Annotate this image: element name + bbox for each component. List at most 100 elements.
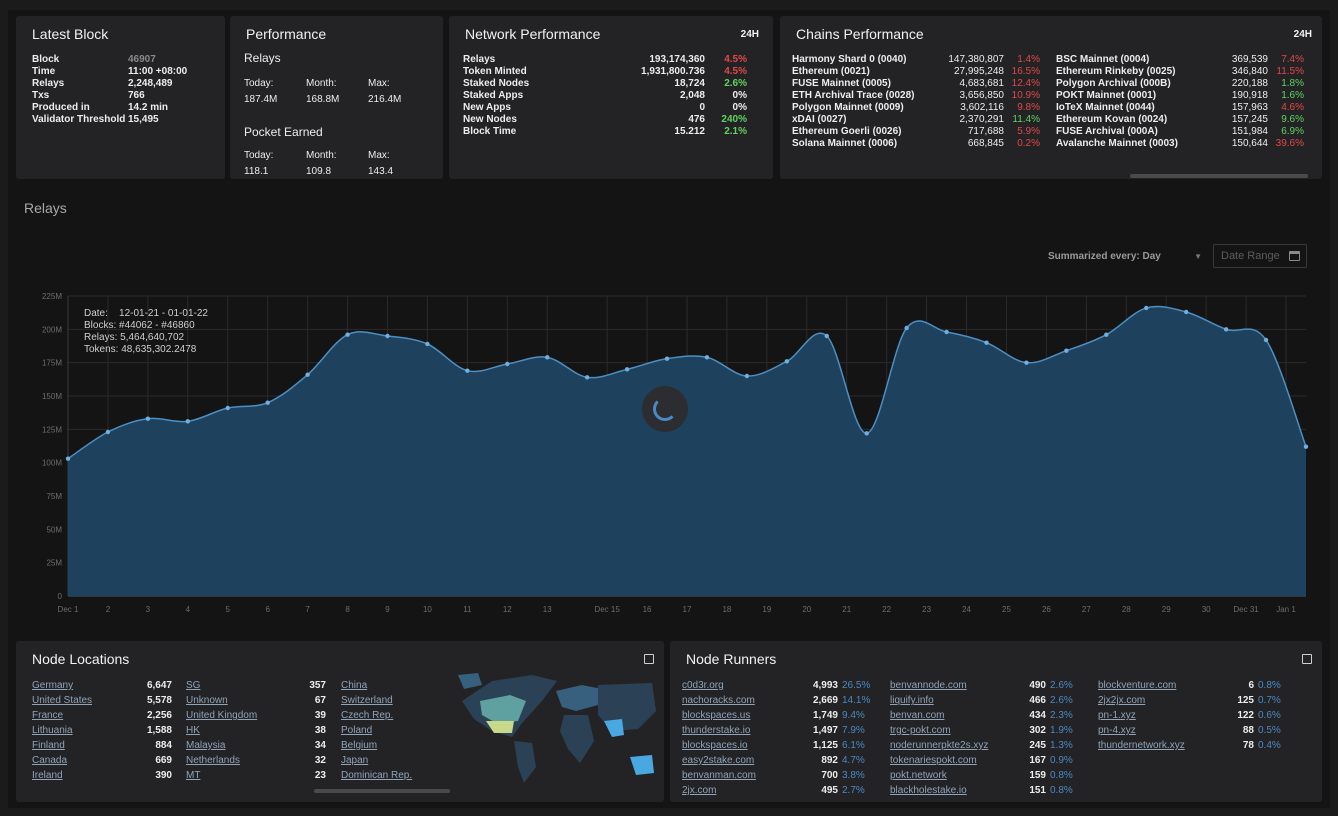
date-range-input[interactable]: Date Range (1213, 244, 1307, 268)
runner-link[interactable]: benvanman.com (682, 768, 800, 783)
location-link[interactable]: Poland (341, 723, 431, 738)
data-point[interactable] (784, 359, 790, 364)
data-point[interactable] (1263, 337, 1269, 343)
chain-row: FUSE Mainnet (0005) 4,683,681 12.4% (792, 78, 1044, 90)
location-link[interactable]: United Kingdom (186, 708, 286, 723)
data-point[interactable] (864, 431, 869, 436)
location-link[interactable]: Germany (32, 678, 132, 693)
data-point[interactable] (1024, 360, 1029, 365)
y-tick-label: 225M (42, 292, 62, 301)
location-link[interactable]: France (32, 708, 132, 723)
location-link[interactable]: Malaysia (186, 738, 286, 753)
runner-link[interactable]: pokt.network (890, 768, 1008, 783)
location-link[interactable]: Lithuania (32, 723, 132, 738)
data-point[interactable] (105, 429, 111, 435)
data-point[interactable] (545, 355, 550, 360)
chain-pct: 4.6% (1281, 102, 1304, 113)
location-link[interactable]: Japan (341, 753, 431, 768)
data-point[interactable] (1104, 332, 1109, 337)
chains-scrollbar[interactable] (1130, 174, 1308, 178)
data-point[interactable] (305, 372, 310, 377)
network-row-value: 18,724 (674, 78, 705, 89)
runner-link[interactable]: tokenariespokt.com (890, 753, 1008, 768)
runner-link[interactable]: thundernetwork.xyz (1098, 738, 1216, 753)
data-point[interactable] (1303, 444, 1309, 449)
data-point[interactable] (824, 333, 829, 339)
data-point[interactable] (185, 419, 191, 424)
location-link[interactable]: United States (32, 693, 132, 708)
location-link[interactable]: Switzerland (341, 693, 431, 708)
data-point[interactable] (704, 355, 710, 360)
data-point[interactable] (1064, 348, 1069, 353)
runner-link[interactable]: pn-1.xyz (1098, 708, 1216, 723)
data-point[interactable] (1144, 305, 1149, 311)
runner-link[interactable]: blockspaces.us (682, 708, 800, 723)
location-link[interactable]: Unknown (186, 693, 286, 708)
runner-link[interactable]: 2jx.com (682, 783, 800, 798)
data-point[interactable] (744, 373, 750, 379)
node-runners-col3: blockventure.com 6 0.8% 2jx2jx.com 125 0.7% pn… (1098, 678, 1296, 753)
chain-row: ETH Archival Trace (0028) 3,656,850 10.9% (792, 90, 1044, 102)
chain-name: xDAI (0027) (792, 114, 847, 125)
network-row-value: 1,931,800.736 (641, 66, 705, 77)
data-point[interactable] (505, 361, 510, 367)
data-point[interactable] (465, 368, 470, 373)
runner-link[interactable]: blackholestake.io (890, 783, 1008, 798)
location-link[interactable]: Czech Rep. (341, 708, 431, 723)
data-point[interactable] (225, 405, 230, 411)
external-link-icon[interactable] (644, 654, 654, 664)
data-point[interactable] (385, 333, 390, 339)
data-point[interactable] (265, 400, 270, 405)
runner-link[interactable]: pn-4.xyz (1098, 723, 1216, 738)
data-point[interactable] (584, 375, 590, 380)
x-tick-label: 8 (345, 605, 350, 614)
latest-block-row: Produced in 14.2 min (32, 102, 187, 114)
chain-pct: 11.4% (1012, 114, 1040, 125)
location-link[interactable]: Ireland (32, 768, 132, 783)
data-point[interactable] (425, 341, 430, 347)
runner-link[interactable]: benvan.com (890, 708, 1008, 723)
runner-link[interactable]: noderunnerpkte2s.xyz (890, 738, 1008, 753)
runner-link[interactable]: blockventure.com (1098, 678, 1216, 693)
external-link-icon[interactable] (1302, 654, 1312, 664)
chain-name: FUSE Archival (000A) (1056, 126, 1158, 137)
data-point[interactable] (65, 456, 71, 461)
location-link[interactable]: MT (186, 768, 286, 783)
location-link[interactable]: Dominican Rep. (341, 768, 431, 783)
runner-pct: 14.1% (842, 695, 871, 706)
runner-link[interactable]: liquify.info (890, 693, 1008, 708)
data-point[interactable] (904, 325, 909, 331)
chain-value: 147,380,807 (948, 54, 1004, 65)
location-link[interactable]: China (341, 678, 431, 693)
runner-pct: 7.9% (842, 725, 865, 736)
runner-row: blockventure.com 6 0.8% (1098, 678, 1296, 693)
data-point[interactable] (1183, 309, 1189, 315)
runner-link[interactable]: c0d3r.org (682, 678, 800, 693)
data-point[interactable] (1223, 327, 1229, 332)
location-link[interactable]: Netherlands (186, 753, 286, 768)
runner-link[interactable]: easy2stake.com (682, 753, 800, 768)
runner-link[interactable]: thunderstake.io (682, 723, 800, 738)
location-link[interactable]: Canada (32, 753, 132, 768)
data-point[interactable] (984, 340, 989, 345)
runner-link[interactable]: trgc-pokt.com (890, 723, 1008, 738)
location-link[interactable]: Finland (32, 738, 132, 753)
network-row: New Apps 0 0% (463, 102, 759, 114)
data-point[interactable] (624, 367, 630, 372)
locations-scrollbar[interactable] (314, 789, 450, 793)
data-point[interactable] (145, 416, 151, 421)
data-point[interactable] (944, 329, 949, 335)
location-link[interactable]: HK (186, 723, 286, 738)
network-row-pct: 240% (721, 114, 747, 125)
runner-link[interactable]: benvannode.com (890, 678, 1008, 693)
runner-link[interactable]: 2jx2jx.com (1098, 693, 1216, 708)
data-point[interactable] (664, 356, 670, 361)
runner-row: pokt.network 159 0.8% (890, 768, 1088, 783)
location-link[interactable]: SG (186, 678, 286, 693)
data-point[interactable] (345, 332, 350, 337)
location-row: Belgium (341, 738, 431, 753)
runner-link[interactable]: nachoracks.com (682, 693, 800, 708)
runner-link[interactable]: blockspaces.io (682, 738, 800, 753)
location-link[interactable]: Belgium (341, 738, 431, 753)
summarize-select[interactable]: Summarized every: Day ▼ (1048, 246, 1210, 268)
